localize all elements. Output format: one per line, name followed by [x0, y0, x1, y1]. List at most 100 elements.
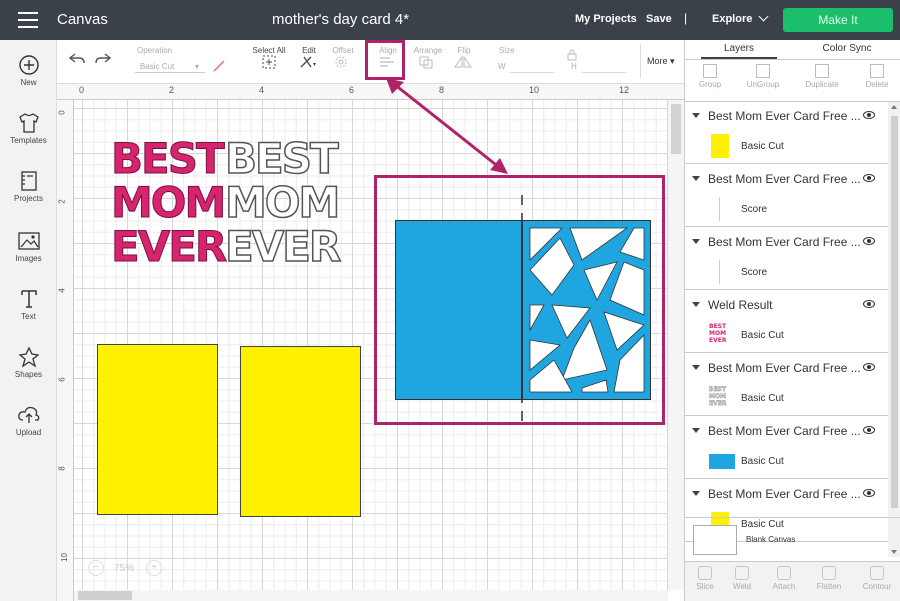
canvas-horizontal-scrollbar[interactable] [74, 590, 668, 601]
caret-down-icon[interactable] [692, 491, 700, 496]
flip-button[interactable]: Flip [453, 46, 475, 71]
scroll-thumb[interactable] [671, 104, 681, 154]
layer-operation: Basic Cut [741, 456, 784, 467]
scroll-thumb[interactable] [891, 116, 898, 508]
slice-button[interactable]: Slice [685, 566, 725, 591]
design-word: EVER [111, 222, 228, 271]
layer-group[interactable]: Best Mom Ever Card Free ... Basic Cut [685, 417, 888, 479]
layer-item[interactable]: Basic Cut [709, 447, 888, 477]
sidebar-item-label: Upload [15, 428, 42, 437]
layer-name: Best Mom Ever Card Free ... [692, 109, 861, 123]
offset-button[interactable]: Offset [328, 46, 358, 71]
eye-icon[interactable] [863, 363, 875, 371]
eye-icon[interactable] [863, 489, 875, 497]
caret-down-icon[interactable] [692, 365, 700, 370]
eye-icon[interactable] [863, 174, 875, 182]
more-menu[interactable]: More ▾ [647, 56, 675, 67]
layer-group[interactable]: Weld Result BEST MOM EVER Basic Cut [685, 291, 888, 353]
select-all-label: Select All [252, 46, 286, 55]
layer-item[interactable]: BEST MOM EVER Basic Cut [709, 321, 888, 351]
eye-icon[interactable] [863, 426, 875, 434]
slice-icon [698, 566, 712, 580]
sidebar-item-new[interactable]: New [0, 54, 57, 87]
my-projects-link[interactable]: My Projects [575, 13, 637, 25]
caret-down-icon[interactable] [692, 428, 700, 433]
blank-canvas-row[interactable]: Blank Canvas [685, 517, 900, 561]
scroll-thumb[interactable] [78, 591, 132, 600]
operation-select[interactable]: Basic Cut ▾ [135, 59, 205, 73]
sidebar-item-label: Images [15, 254, 42, 263]
ruler-tick: 0 [79, 85, 85, 95]
layer-item[interactable]: Score [709, 258, 888, 288]
layer-group[interactable]: Best Mom Ever Card Free ... Basic Cut [685, 102, 888, 164]
caret-down-icon[interactable] [692, 239, 700, 244]
project-title[interactable]: mother's day card 4* [272, 11, 409, 28]
flatten-button[interactable]: Flatten [809, 566, 849, 591]
layer-group[interactable]: Best Mom Ever Card Free ... Score [685, 165, 888, 227]
caret-down-icon[interactable] [692, 176, 700, 181]
undo-icon[interactable] [69, 53, 85, 65]
attach-button[interactable]: Attach [764, 566, 804, 591]
pen-color-icon[interactable] [212, 59, 226, 73]
sidebar-item-shapes[interactable]: Shapes [0, 346, 57, 379]
group-button[interactable]: Group [685, 64, 735, 89]
lock-icon[interactable] [567, 49, 577, 61]
layer-thumbnail [711, 134, 729, 158]
caret-down-icon[interactable] [692, 113, 700, 118]
sidebar-item-templates[interactable]: Templates [0, 112, 57, 145]
layer-thumbnail: BEST MOM EVER [709, 386, 727, 407]
yellow-card-left[interactable] [97, 344, 218, 515]
text-design-white[interactable]: BEST MOM EVER [224, 136, 342, 277]
sidebar-item-images[interactable]: Images [0, 230, 57, 263]
canvas-vertical-scrollbar[interactable] [668, 100, 684, 590]
layers-scrollbar[interactable] [888, 102, 900, 557]
tool-label: Duplicate [805, 80, 839, 89]
edit-button[interactable]: Edit ▾ [297, 46, 321, 71]
ruler-tick: 2 [57, 199, 67, 204]
width-input[interactable] [509, 59, 555, 73]
weld-button[interactable]: Weld [722, 566, 762, 591]
layer-operation: Basic Cut [741, 330, 784, 341]
zoom-in-button[interactable]: + [146, 560, 162, 576]
text-design-pink[interactable]: BEST MOM EVER [111, 136, 228, 277]
annotation-arrow [386, 78, 508, 174]
sidebar-item-upload[interactable]: Upload [0, 404, 57, 437]
redo-icon[interactable] [95, 53, 111, 65]
ungroup-button[interactable]: UnGroup [738, 64, 788, 89]
arrange-button[interactable]: Arrange [411, 46, 445, 71]
duplicate-button[interactable]: Duplicate [797, 64, 847, 89]
yellow-card-right[interactable] [240, 346, 361, 517]
panel-footer-tools: Slice Weld Attach Flatten Contour [685, 561, 900, 601]
layer-item[interactable]: BEST MOM EVER Basic Cut [709, 384, 888, 414]
layer-item[interactable]: Basic Cut [709, 132, 888, 162]
height-input[interactable] [581, 59, 627, 73]
caret-down-icon[interactable] [692, 302, 700, 307]
sidebar-item-label: Projects [14, 194, 43, 203]
explore-menu[interactable]: Explore [712, 11, 769, 25]
contour-button[interactable]: Contour [857, 566, 897, 591]
make-it-button[interactable]: Make It [783, 8, 893, 32]
tab-color-sync[interactable]: Color Sync [793, 43, 900, 54]
layer-group[interactable]: Best Mom Ever Card Free ... Score [685, 228, 888, 290]
projects-icon [20, 171, 37, 191]
layer-group[interactable]: Best Mom Ever Card Free ... BEST MOM EVER B… [685, 354, 888, 416]
zoom-out-button[interactable]: − [88, 560, 104, 576]
sidebar-item-text[interactable]: Text [0, 288, 57, 321]
select-all-button[interactable]: Select All [251, 46, 287, 71]
canvas-color-swatch[interactable] [693, 525, 737, 555]
paperclip-icon [777, 566, 791, 580]
save-button[interactable]: Save [646, 13, 672, 25]
layer-thumbnail [719, 197, 720, 221]
hamburger-menu-icon[interactable] [18, 12, 38, 28]
delete-button[interactable]: Delete [852, 64, 900, 89]
eye-icon[interactable] [863, 300, 875, 308]
eye-icon[interactable] [863, 111, 875, 119]
tab-layers[interactable]: Layers [685, 43, 793, 59]
more-label: More [647, 56, 668, 66]
sidebar-item-label: New [20, 78, 37, 87]
eye-icon[interactable] [863, 237, 875, 245]
scroll-up-icon[interactable] [891, 105, 897, 109]
sidebar-item-projects[interactable]: Projects [0, 170, 57, 203]
layer-operation: Score [741, 204, 768, 215]
layer-item[interactable]: Score [709, 195, 888, 225]
